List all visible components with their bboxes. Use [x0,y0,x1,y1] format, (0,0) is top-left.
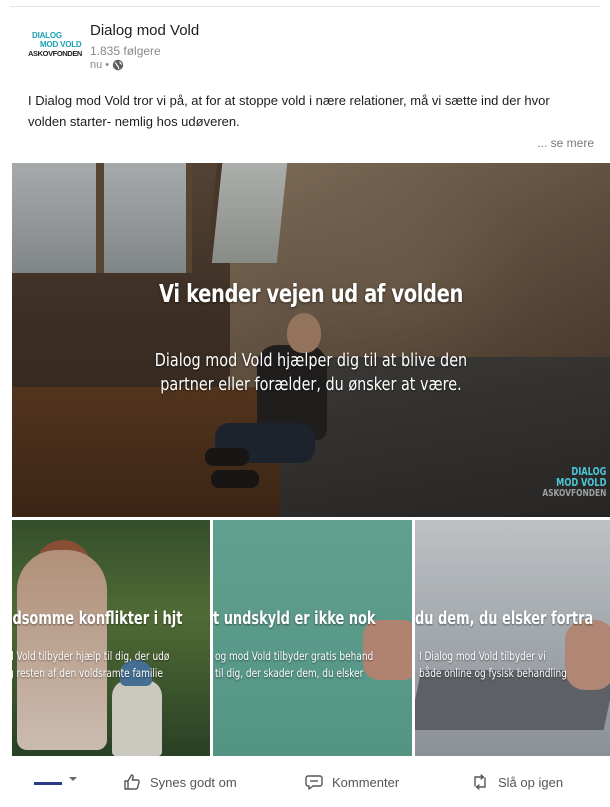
actor-avatar [34,772,62,786]
tile-2-subtitle: og mod Vold tilbyder gratis behand til d… [215,648,373,682]
hero-subtitle: Dialog mod Vold hjælper dig til at blive… [72,349,550,397]
logo-line3: ASKOVFONDEN [28,49,82,58]
tile-1-title: ldsomme konflikter i hjt [12,608,183,629]
carousel-tile-1[interactable]: ldsomme konflikter i hjt d Vold tilbyder… [12,520,210,756]
post-text: I Dialog mod Vold tror vi på, at for at … [28,93,550,129]
watermark-line3: ASKOVFONDEN [541,488,606,499]
chevron-down-icon [68,774,78,784]
post-actions: Synes godt om Kommenter Slå op igen [0,772,610,802]
carousel-tiles: ldsomme konflikter i hjt d Vold tilbyder… [12,520,610,756]
tile-1-sub-line1: d Vold tilbyder hjælp til dig, der udø [12,649,170,663]
tile-2-title: t undskyld er ikke nok [213,608,376,629]
repost-button[interactable]: Slå op igen [470,772,563,792]
tile-2-sub-line1: og mod Vold tilbyder gratis behand [215,649,374,663]
tile-2-sub-line2: til dig, der skader dem, du elsker [215,666,364,680]
company-logo[interactable]: DIALOG MOD VOLD ASKOVFONDEN [28,32,84,62]
see-more-link[interactable]: ... se mere [537,136,594,150]
carousel-tile-3[interactable]: du dem, du elsker fortra I Dialog mod Vo… [415,520,610,756]
tile-3-subtitle: I Dialog mod Vold tilbyder vi både onlin… [419,648,567,682]
logo-line1: DIALOG [32,31,62,40]
tile-3-sub-line1: I Dialog mod Vold tilbyder vi [419,649,546,663]
comment-button[interactable]: Kommenter [304,772,399,792]
repost-icon [470,772,490,792]
post-header: DIALOG MOD VOLD ASKOVFONDEN Dialog mod V… [28,20,588,74]
like-button[interactable]: Synes godt om [122,772,237,792]
tile-1-subtitle: d Vold tilbyder hjælp til dig, der udø g… [12,648,169,682]
comment-icon [304,772,324,792]
hero-title: Vi kender vejen ud af volden [159,279,463,308]
hero-image[interactable]: Vi kender vejen ud af volden Dialog mod … [12,163,610,517]
post-meta: nu • [90,59,124,71]
globe-icon [112,59,124,71]
hero-watermark: DIALOG MOD VOLD ASKOVFONDEN [542,466,606,499]
follower-count: 1.835 følgere [90,44,161,58]
tile-1-sub-line2: g resten af den voldsramte familie [12,666,163,680]
tile-3-sub-line2: både online og fysisk behandling [419,666,567,680]
act-as-selector[interactable] [34,772,78,786]
watermark-line2: MOD VOLD [555,476,606,489]
repost-label: Slå op igen [498,774,564,790]
top-divider [10,6,600,7]
carousel-tile-2[interactable]: t undskyld er ikke nok og mod Vold tilby… [213,520,412,756]
organization-name[interactable]: Dialog mod Vold [90,22,199,39]
tile-3-title: du dem, du elsker fortra [415,608,594,629]
hero-subtitle-line2: partner eller forælder, du ønsker at vær… [160,374,462,395]
hero-subtitle-line1: Dialog mod Vold hjælper dig til at blive… [154,350,468,371]
comment-label: Kommenter [332,774,400,790]
post-time: nu • [90,59,110,71]
like-label: Synes godt om [150,774,237,790]
thumbs-up-icon [122,772,142,792]
logo-line2: MOD VOLD [40,40,82,49]
